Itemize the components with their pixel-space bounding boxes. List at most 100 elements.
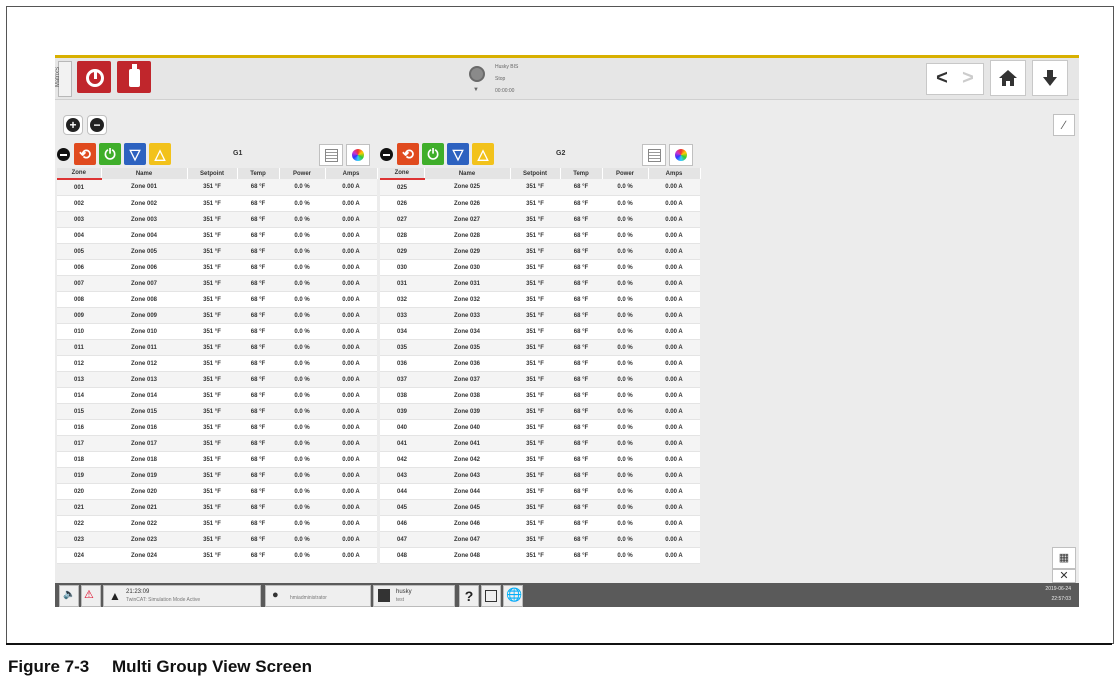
forward-button[interactable]: >	[953, 63, 984, 95]
table-row[interactable]: 025 Zone 025 351 °F 68 °F 0.0 % 0.00 A	[380, 179, 700, 196]
table-row[interactable]: 003 Zone 003 351 °F 68 °F 0.0 % 0.00 A	[57, 211, 377, 228]
mute-button[interactable]: 🔈	[59, 585, 79, 607]
table-row[interactable]: 018 Zone 018 351 °F 68 °F 0.0 % 0.00 A	[57, 451, 377, 468]
col-setpoint[interactable]: Setpoint	[187, 168, 238, 179]
group-standby-button[interactable]: ⟲	[74, 143, 96, 165]
table-row[interactable]: 011 Zone 011 351 °F 68 °F 0.0 % 0.00 A	[57, 339, 377, 356]
col-temp[interactable]: Temp	[560, 168, 603, 179]
table-row[interactable]: 028 Zone 028 351 °F 68 °F 0.0 % 0.00 A	[380, 227, 700, 244]
add-group-button[interactable]: +	[63, 115, 83, 135]
table-row[interactable]: 008 Zone 008 351 °F 68 °F 0.0 % 0.00 A	[57, 291, 377, 308]
col-name[interactable]: Name	[101, 168, 188, 179]
help-button[interactable]: ?	[459, 585, 479, 607]
table-row[interactable]: 043 Zone 043 351 °F 68 °F 0.0 % 0.00 A	[380, 467, 700, 484]
home-button[interactable]	[990, 60, 1026, 96]
mold-button[interactable]: husky test	[373, 585, 455, 607]
table-row[interactable]: 038 Zone 038 351 °F 68 °F 0.0 % 0.00 A	[380, 387, 700, 404]
table-row[interactable]: 037 Zone 037 351 °F 68 °F 0.0 % 0.00 A	[380, 371, 700, 388]
table-cell: 68 °F	[560, 195, 602, 212]
table-row[interactable]: 031 Zone 031 351 °F 68 °F 0.0 % 0.00 A	[380, 275, 700, 292]
table-row[interactable]: 006 Zone 006 351 °F 68 °F 0.0 % 0.00 A	[57, 259, 377, 276]
table-row[interactable]: 020 Zone 020 351 °F 68 °F 0.0 % 0.00 A	[57, 483, 377, 500]
table-row[interactable]: 013 Zone 013 351 °F 68 °F 0.0 % 0.00 A	[57, 371, 377, 388]
table-cell: 0.00 A	[648, 355, 700, 372]
table-row[interactable]: 005 Zone 005 351 °F 68 °F 0.0 % 0.00 A	[57, 243, 377, 260]
download-button[interactable]	[1032, 60, 1068, 96]
remove-panel-icon[interactable]	[380, 148, 393, 161]
table-row[interactable]: 029 Zone 029 351 °F 68 °F 0.0 % 0.00 A	[380, 243, 700, 260]
col-amps[interactable]: Amps	[325, 168, 378, 179]
alarm-reset-button[interactable]: ⚠	[81, 585, 101, 607]
group-boost-button[interactable]: ▽	[124, 143, 146, 165]
table-row[interactable]: 035 Zone 035 351 °F 68 °F 0.0 % 0.00 A	[380, 339, 700, 356]
group-power-button[interactable]: ⏻	[99, 143, 121, 165]
col-temp[interactable]: Temp	[237, 168, 280, 179]
group-color-button[interactable]	[346, 144, 370, 166]
table-row[interactable]: 046 Zone 046 351 °F 68 °F 0.0 % 0.00 A	[380, 515, 700, 532]
table-row[interactable]: 047 Zone 047 351 °F 68 °F 0.0 % 0.00 A	[380, 531, 700, 548]
select-all-button[interactable]: ▦	[1052, 547, 1076, 569]
language-button[interactable]: 🌐	[503, 585, 523, 607]
table-row[interactable]: 014 Zone 014 351 °F 68 °F 0.0 % 0.00 A	[57, 387, 377, 404]
user-button[interactable]: ● hmiadministrator	[265, 585, 371, 607]
group-standby-button[interactable]: ⟲	[397, 143, 419, 165]
table-cell: 68 °F	[237, 483, 279, 500]
table-row[interactable]: 024 Zone 024 351 °F 68 °F 0.0 % 0.00 A	[57, 547, 377, 564]
heaters-off-button[interactable]	[77, 61, 111, 93]
table-cell: Zone 017	[101, 435, 187, 452]
col-power[interactable]: Power	[602, 168, 649, 179]
col-zone[interactable]: Zone	[57, 168, 102, 180]
table-row[interactable]: 048 Zone 048 351 °F 68 °F 0.0 % 0.00 A	[380, 547, 700, 564]
table-row[interactable]: 041 Zone 041 351 °F 68 °F 0.0 % 0.00 A	[380, 435, 700, 452]
table-row[interactable]: 019 Zone 019 351 °F 68 °F 0.0 % 0.00 A	[57, 467, 377, 484]
col-setpoint[interactable]: Setpoint	[510, 168, 561, 179]
table-row[interactable]: 045 Zone 045 351 °F 68 °F 0.0 % 0.00 A	[380, 499, 700, 516]
table-row[interactable]: 002 Zone 002 351 °F 68 °F 0.0 % 0.00 A	[57, 195, 377, 212]
table-row[interactable]: 039 Zone 039 351 °F 68 °F 0.0 % 0.00 A	[380, 403, 700, 420]
group-grid-button[interactable]	[642, 144, 666, 166]
group-grid-button[interactable]	[319, 144, 343, 166]
table-row[interactable]: 021 Zone 021 351 °F 68 °F 0.0 % 0.00 A	[57, 499, 377, 516]
table-row[interactable]: 036 Zone 036 351 °F 68 °F 0.0 % 0.00 A	[380, 355, 700, 372]
table-row[interactable]: 017 Zone 017 351 °F 68 °F 0.0 % 0.00 A	[57, 435, 377, 452]
group-boost-button[interactable]: ▽	[447, 143, 469, 165]
deselect-button[interactable]: ✕	[1052, 569, 1076, 583]
zoom-button[interactable]: ∕	[1053, 114, 1075, 136]
group-color-button[interactable]	[669, 144, 693, 166]
table-row[interactable]: 023 Zone 023 351 °F 68 °F 0.0 % 0.00 A	[57, 531, 377, 548]
col-power[interactable]: Power	[279, 168, 326, 179]
col-name[interactable]: Name	[424, 168, 511, 179]
table-cell: Zone 031	[424, 275, 510, 292]
table-row[interactable]: 001 Zone 001 351 °F 68 °F 0.0 % 0.00 A	[57, 179, 377, 196]
table-row[interactable]: 012 Zone 012 351 °F 68 °F 0.0 % 0.00 A	[57, 355, 377, 372]
material-button[interactable]	[117, 61, 151, 93]
table-row[interactable]: 030 Zone 030 351 °F 68 °F 0.0 % 0.00 A	[380, 259, 700, 276]
table-row[interactable]: 010 Zone 010 351 °F 68 °F 0.0 % 0.00 A	[57, 323, 377, 340]
col-amps[interactable]: Amps	[648, 168, 701, 179]
group-warning-button[interactable]: △	[149, 143, 171, 165]
table-cell: Zone 046	[424, 515, 510, 532]
side-tab[interactable]: MatrixS	[55, 61, 72, 97]
table-row[interactable]: 022 Zone 022 351 °F 68 °F 0.0 % 0.00 A	[57, 515, 377, 532]
remove-panel-icon[interactable]	[57, 148, 70, 161]
table-row[interactable]: 044 Zone 044 351 °F 68 °F 0.0 % 0.00 A	[380, 483, 700, 500]
group-warning-button[interactable]: △	[472, 143, 494, 165]
table-row[interactable]: 026 Zone 026 351 °F 68 °F 0.0 % 0.00 A	[380, 195, 700, 212]
table-row[interactable]: 032 Zone 032 351 °F 68 °F 0.0 % 0.00 A	[380, 291, 700, 308]
alarm-banner[interactable]: ▲ 21:23:09 TwinCAT: Simulation Mode Acti…	[103, 585, 261, 607]
table-row[interactable]: 009 Zone 009 351 °F 68 °F 0.0 % 0.00 A	[57, 307, 377, 324]
expand-icon[interactable]: ▼	[473, 87, 479, 93]
table-row[interactable]: 027 Zone 027 351 °F 68 °F 0.0 % 0.00 A	[380, 211, 700, 228]
table-row[interactable]: 016 Zone 016 351 °F 68 °F 0.0 % 0.00 A	[57, 419, 377, 436]
table-row[interactable]: 033 Zone 033 351 °F 68 °F 0.0 % 0.00 A	[380, 307, 700, 324]
remove-group-button[interactable]: −	[87, 115, 107, 135]
screenshot-button[interactable]	[481, 585, 501, 607]
table-row[interactable]: 004 Zone 004 351 °F 68 °F 0.0 % 0.00 A	[57, 227, 377, 244]
table-row[interactable]: 007 Zone 007 351 °F 68 °F 0.0 % 0.00 A	[57, 275, 377, 292]
table-row[interactable]: 042 Zone 042 351 °F 68 °F 0.0 % 0.00 A	[380, 451, 700, 468]
table-row[interactable]: 034 Zone 034 351 °F 68 °F 0.0 % 0.00 A	[380, 323, 700, 340]
table-row[interactable]: 015 Zone 015 351 °F 68 °F 0.0 % 0.00 A	[57, 403, 377, 420]
table-row[interactable]: 040 Zone 040 351 °F 68 °F 0.0 % 0.00 A	[380, 419, 700, 436]
col-zone[interactable]: Zone	[380, 168, 425, 180]
group-power-button[interactable]: ⏻	[422, 143, 444, 165]
